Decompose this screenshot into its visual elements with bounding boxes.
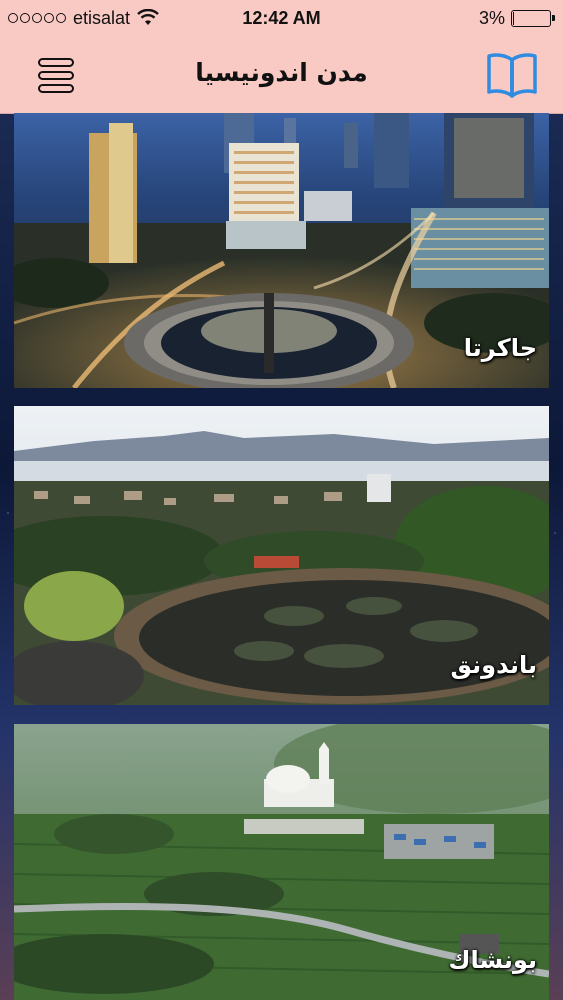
city-card-puncak[interactable]: بونشاك: [14, 724, 549, 1000]
carrier-name: etisalat: [73, 7, 131, 28]
city-name-puncak: بونشاك: [448, 946, 538, 974]
status-bar: etisalat 12:42 AM 3%: [0, 0, 563, 36]
status-right: 3%: [479, 8, 563, 29]
battery-fill: [513, 11, 514, 25]
city-card-bandung[interactable]: باندونق: [14, 406, 549, 705]
signal-strength-icon: [8, 13, 66, 23]
open-book-icon[interactable]: [486, 50, 538, 98]
battery-icon: [511, 9, 555, 27]
battery-percent: 3%: [478, 7, 505, 28]
wifi-icon: [137, 9, 159, 25]
page-title: مدن اندونيسيا: [195, 58, 368, 87]
city-name-jakarta: جاكرتا: [463, 334, 537, 362]
navigation-bar: مدن اندونيسيا: [0, 36, 563, 114]
city-card-jakarta[interactable]: جاكرتا: [14, 113, 549, 388]
city-name-bandung: باندونق: [450, 651, 537, 679]
status-left: etisalat: [0, 8, 159, 29]
